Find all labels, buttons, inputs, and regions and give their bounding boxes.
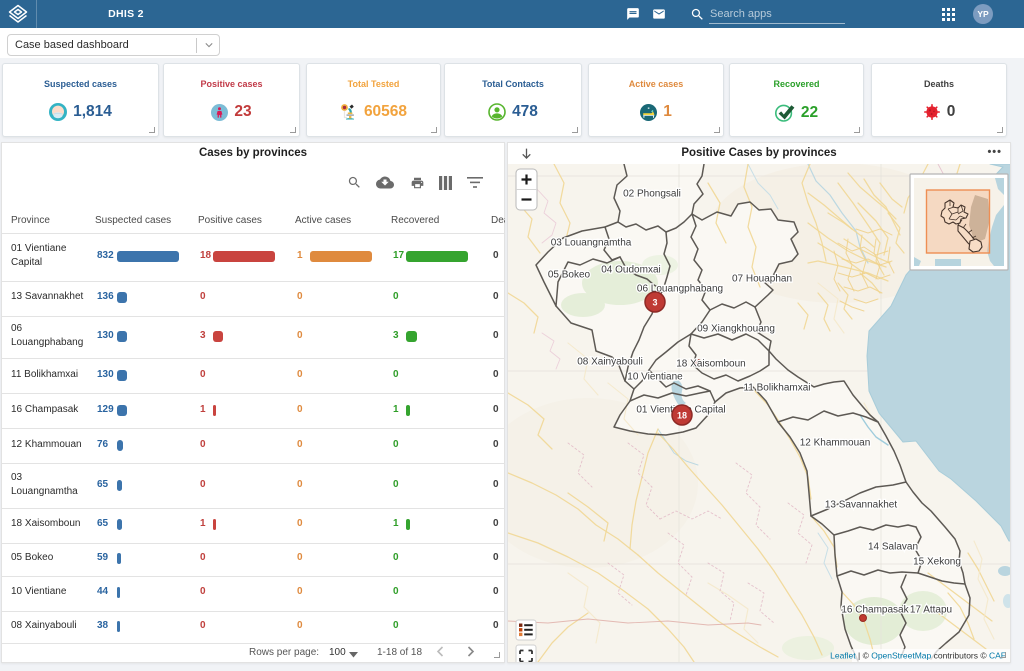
svg-text:18: 18 (677, 411, 687, 421)
svg-text:3: 3 (652, 298, 657, 308)
svg-text:10 Vientiane: 10 Vientiane (627, 372, 683, 383)
svg-text:08 Xainyabouli: 08 Xainyabouli (577, 357, 643, 368)
svg-text:Leaflet | © OpenStreetMap cont: Leaflet | © OpenStreetMap contributors ©… (830, 651, 1006, 661)
svg-text:02 Phongsali: 02 Phongsali (623, 189, 681, 200)
svg-text:11 Bolikhamxai: 11 Bolikhamxai (743, 383, 810, 394)
svg-text:05 Bokeo: 05 Bokeo (548, 270, 591, 281)
svg-text:16 Champasak: 16 Champasak (841, 605, 909, 616)
svg-text:14 Salavan: 14 Salavan (868, 542, 918, 553)
svg-text:09 Xiangkhouang: 09 Xiangkhouang (697, 324, 775, 335)
svg-text:15 Xekong: 15 Xekong (913, 557, 961, 568)
svg-text:17 Attapu: 17 Attapu (910, 605, 952, 616)
svg-text:18 Xaisomboun: 18 Xaisomboun (676, 359, 746, 370)
svg-text:07 Houaphan: 07 Houaphan (732, 274, 792, 285)
svg-text:13 Savannakhet: 13 Savannakhet (825, 500, 898, 511)
svg-text:03 Louangnamtha: 03 Louangnamtha (551, 238, 632, 249)
svg-text:12 Khammouan: 12 Khammouan (800, 438, 871, 449)
svg-text:04 Oudomxai: 04 Oudomxai (601, 265, 660, 276)
